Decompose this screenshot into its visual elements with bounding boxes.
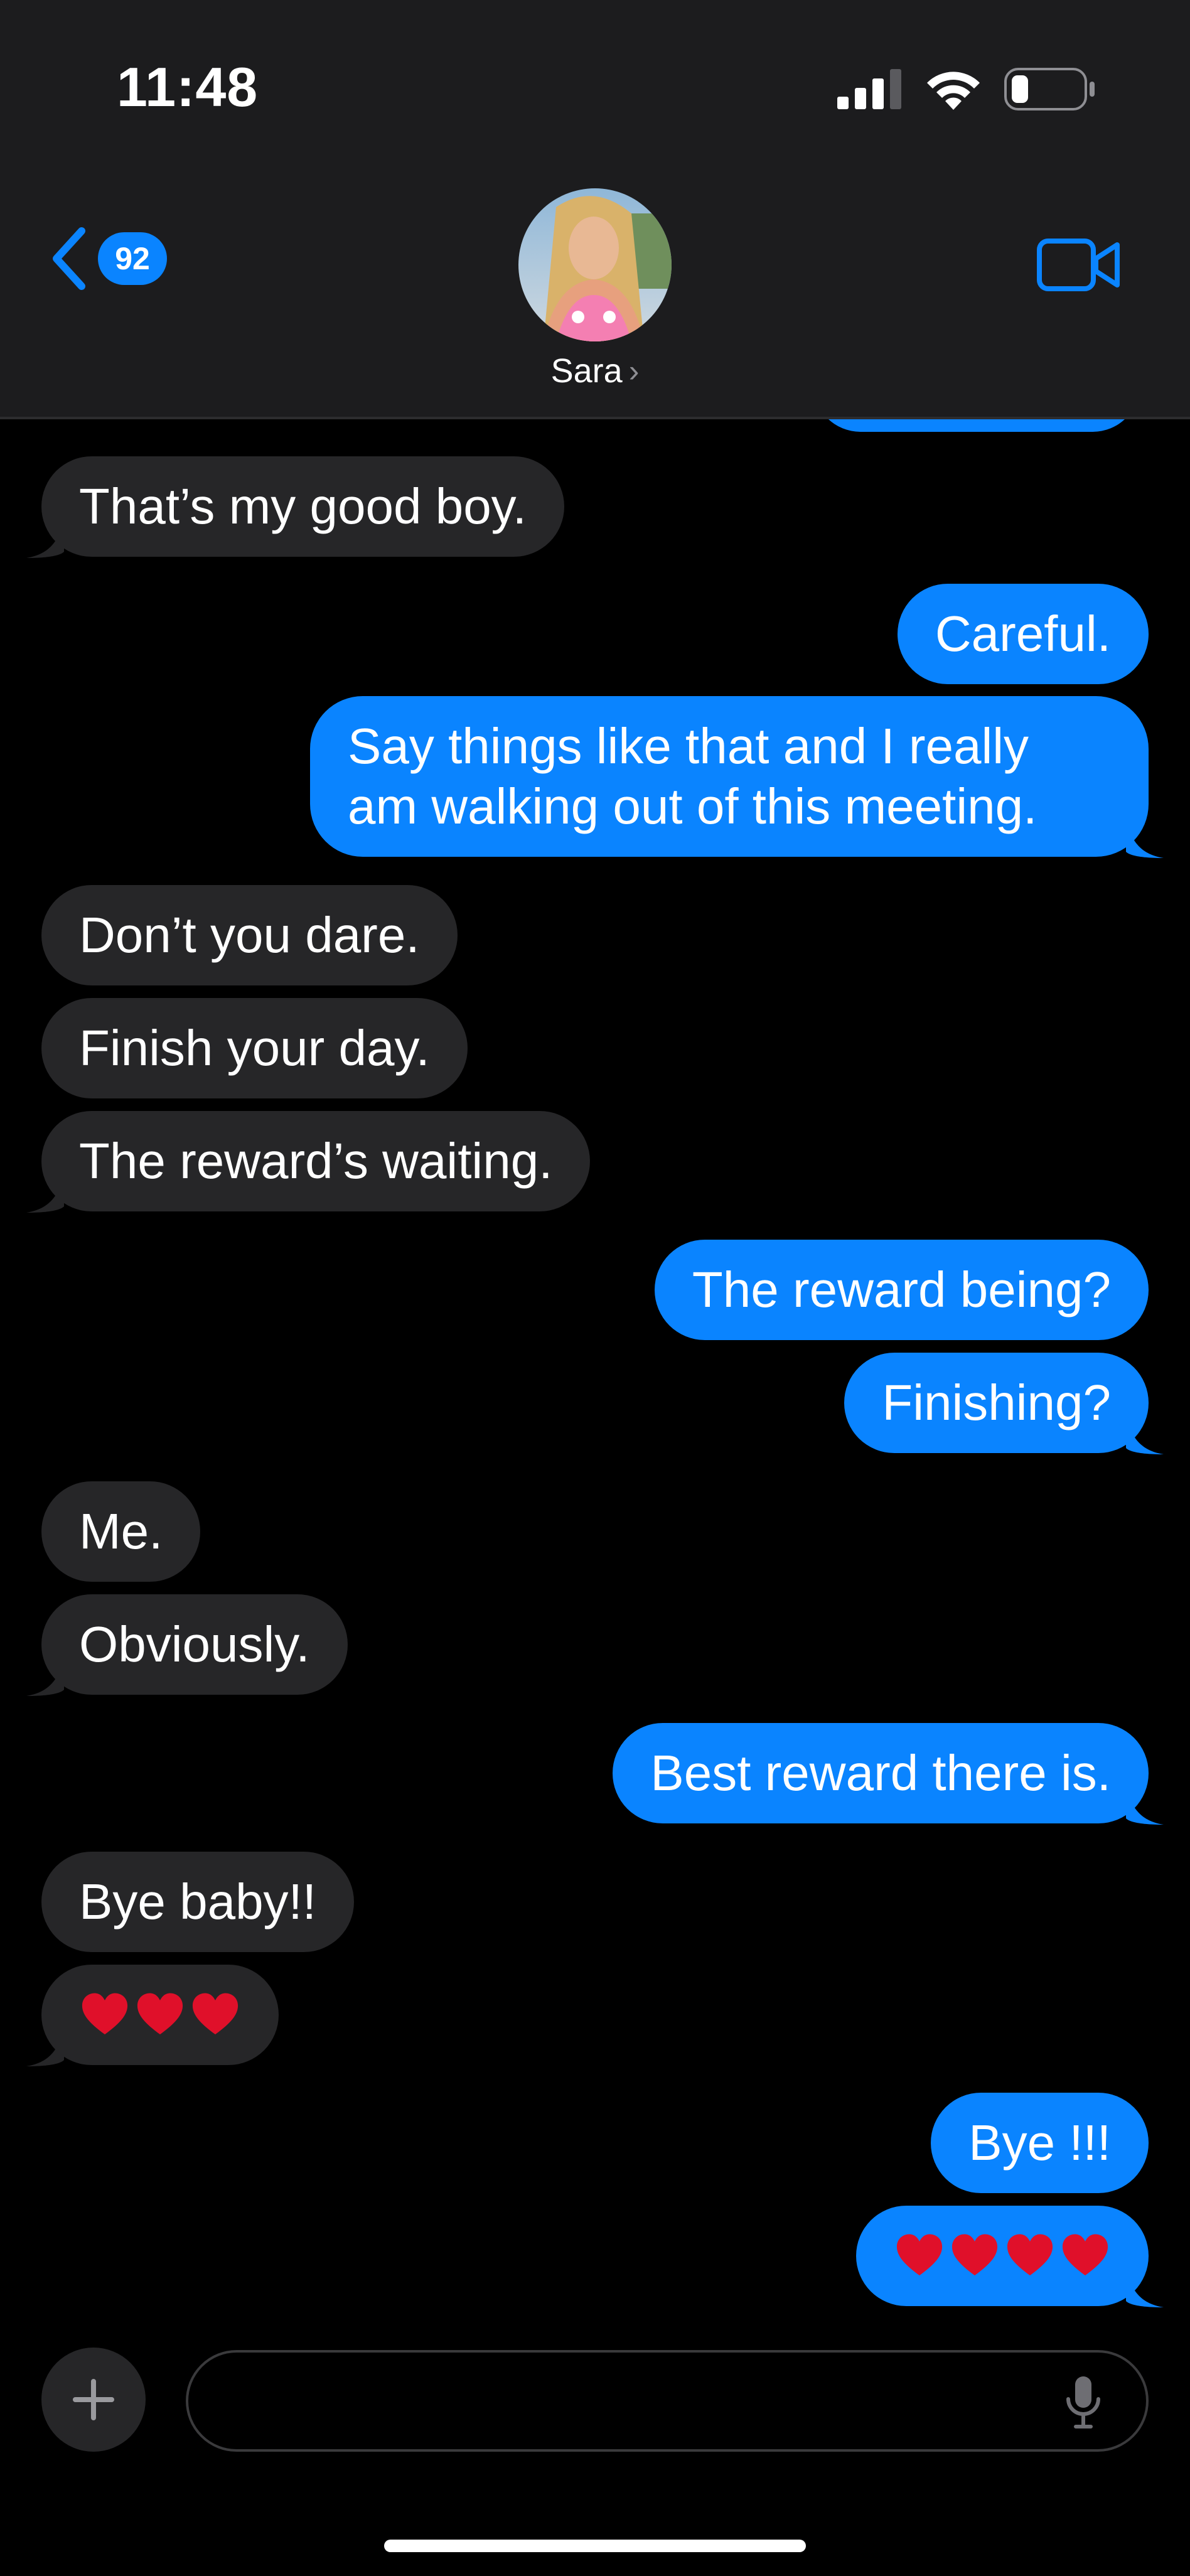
heart-icon	[1007, 2234, 1053, 2276]
message-bubble-incoming[interactable]: Me.	[41, 1481, 201, 1582]
message-bubble-outgoing[interactable]: Best reward there is.	[613, 1723, 1164, 1825]
microphone-icon[interactable]	[1064, 2374, 1102, 2430]
message-bubble-incoming[interactable]: The reward’s waiting.	[26, 1111, 591, 1213]
contact-name-button[interactable]: Sara ›	[0, 352, 1190, 390]
heart-icon	[137, 1993, 183, 2035]
message-text: Finish your day.	[79, 1020, 430, 1076]
add-attachment-button[interactable]	[41, 2348, 146, 2452]
message-bubble-incoming[interactable]: Finish your day.	[41, 998, 468, 1098]
message-bubble-incoming[interactable]: That’s my good boy.	[26, 456, 564, 558]
message-text: Don’t you dare.	[79, 907, 420, 963]
chevron-right-icon: ›	[628, 353, 640, 389]
message-bubble-outgoing[interactable]	[856, 2206, 1164, 2307]
message-text: That’s my good boy.	[79, 478, 527, 534]
status-icons	[837, 68, 1096, 110]
contact-name: Sara	[550, 352, 623, 390]
message-bubble-outgoing[interactable]: Careful.	[897, 584, 1149, 684]
bubble-tail	[1126, 1417, 1164, 1454]
message-text: Say things like that and I really am wal…	[348, 718, 1037, 834]
chevron-left-icon	[53, 227, 85, 290]
bubble-tail	[26, 520, 64, 558]
heart-icon	[1062, 2234, 1108, 2276]
message-bubble-incoming[interactable]: Bye baby!!	[41, 1852, 355, 1952]
contact-avatar[interactable]	[518, 188, 672, 341]
bubble-tail	[1126, 1787, 1164, 1825]
heart-emojis	[79, 1985, 241, 2045]
message-bubble-outgoing[interactable]: The reward being?	[654, 1240, 1149, 1340]
wifi-icon	[927, 72, 980, 110]
home-indicator[interactable]	[384, 2540, 806, 2552]
message-text: Obviously.	[79, 1616, 310, 1672]
unread-count-badge: 92	[98, 232, 167, 285]
message-bubble-outgoing[interactable]: Say things like that and I really am wal…	[310, 696, 1164, 858]
video-camera-icon[interactable]	[1037, 237, 1121, 292]
bubble-tail	[1126, 820, 1164, 858]
bubble-tail	[26, 1658, 64, 1696]
message-list[interactable]: That’s my good boy. Careful. Say things …	[0, 419, 1190, 2334]
heart-icon	[951, 2234, 998, 2276]
plus-icon	[73, 2379, 114, 2420]
message-bubble-outgoing[interactable]: Bye !!!	[931, 2093, 1149, 2193]
message-text: Me.	[79, 1503, 163, 1559]
back-button[interactable]: 92	[49, 226, 167, 291]
message-bubble-incoming[interactable]	[26, 1965, 279, 2066]
conversation-header: 11:48 92 Sara ›	[0, 0, 1190, 419]
cellular-signal-icon	[837, 69, 901, 109]
heart-icon	[192, 1993, 239, 2035]
message-text: Bye !!!	[968, 2115, 1111, 2171]
message-bubble-incoming[interactable]: Don’t you dare.	[41, 885, 458, 985]
message-text: Bye baby!!	[79, 1874, 317, 1929]
message-text: The reward being?	[692, 1262, 1111, 1318]
message-bubble-incoming[interactable]: Obviously.	[26, 1594, 348, 1696]
message-text: Careful.	[935, 606, 1111, 662]
message-bubble-outgoing[interactable]: Finishing?	[844, 1353, 1164, 1454]
message-text: The reward’s waiting.	[79, 1133, 553, 1189]
battery-icon	[1004, 68, 1095, 110]
heart-icon	[82, 1993, 128, 2035]
bubble-tail	[1126, 2270, 1164, 2307]
heart-icon	[896, 2234, 943, 2276]
message-text: Best reward there is.	[650, 1745, 1111, 1801]
bubble-tail	[26, 1175, 64, 1213]
bubble-tail	[26, 2029, 64, 2066]
status-time: 11:48	[117, 56, 259, 118]
avatar-image	[518, 188, 672, 341]
message-input[interactable]	[186, 2350, 1149, 2452]
heart-emojis	[894, 2226, 1111, 2286]
message-bubble-partial	[813, 419, 1140, 432]
message-text: Finishing?	[882, 1375, 1111, 1430]
